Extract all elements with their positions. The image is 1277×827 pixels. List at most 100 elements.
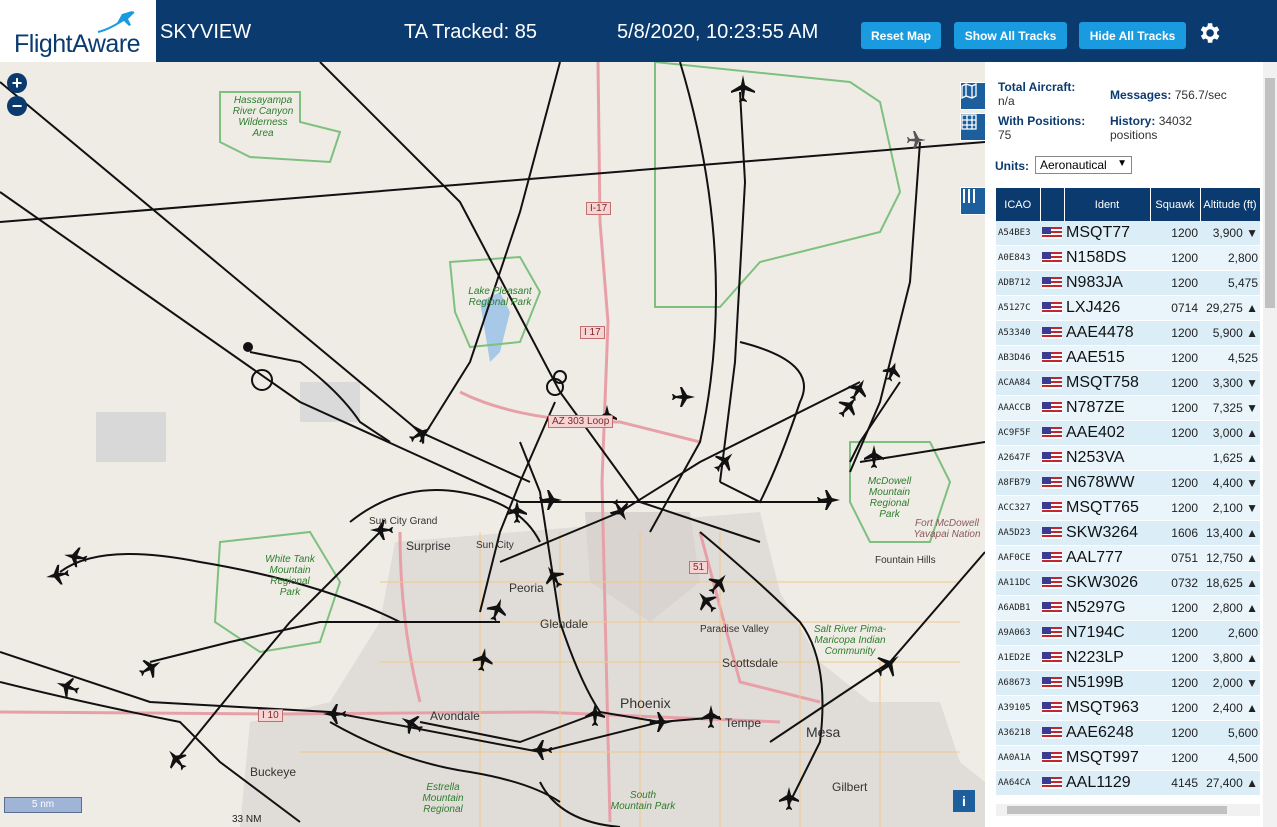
table-row[interactable]: A8FB79 N678WW 1200 4,400 ▼ [996,470,1260,496]
col-altitude[interactable]: Altitude (ft) [1200,188,1260,221]
table-row[interactable]: A39105 MSQT963 1200 2,400 ▲ [996,695,1260,721]
place-label: Buckeye [250,765,297,779]
table-row[interactable]: A36218 AAE6248 1200 5,600 [996,720,1260,746]
table-row[interactable]: AA0A1A MSQT997 1200 4,500 [996,745,1260,771]
flag-cell [1040,770,1064,796]
table-row[interactable]: AAACCB N787ZE 1200 7,325 ▼ [996,395,1260,421]
map-layer-icon[interactable] [960,82,985,110]
ident-cell: N253VA [1064,445,1150,471]
icao-cell: A54BE3 [996,221,1040,246]
messages-value: 756.7/sec [1174,88,1227,102]
with-positions-label: With Positions: [998,114,1086,128]
zoom-out-icon[interactable]: − [7,96,27,116]
grid-icon[interactable] [960,113,985,141]
us-flag-icon [1042,777,1062,789]
table-row[interactable]: A0E843 N158DS 1200 2,800 [996,245,1260,271]
altitude-cell: 2,800 ▲ [1200,595,1260,621]
table-row[interactable]: A9A063 N7194C 1200 2,600 [996,620,1260,646]
park-label: Hassayampa River Canyon Wilderness Area [232,95,294,139]
logo-text: FlightAware [14,30,141,58]
total-aircraft-stat: Total Aircraft: n/a [998,80,1075,108]
table-row[interactable]: AA5D23 SKW3264 1606 13,400 ▲ [996,520,1260,546]
map-canvas[interactable] [0,62,985,827]
hide-all-tracks-button[interactable]: Hide All Tracks [1079,22,1186,49]
table-row[interactable]: AA64CA AAL1129 4145 27,400 ▲ [996,770,1260,796]
col-ident[interactable]: Ident [1064,188,1151,221]
ident-cell: MSQT765 [1064,495,1150,521]
squawk-cell: 1200 [1150,245,1200,271]
table-row[interactable]: AC9F5F AAE402 1200 3,000 ▲ [996,420,1260,446]
altitude-cell: 3,300 ▼ [1200,370,1260,396]
reset-map-button[interactable]: Reset Map [861,22,941,49]
us-flag-icon [1042,477,1062,489]
scale-bar: 5 nm [4,797,82,813]
ident-cell: N787ZE [1064,395,1150,421]
show-all-tracks-button[interactable]: Show All Tracks [954,22,1067,49]
ident-cell: AAE402 [1064,420,1150,446]
altitude-cell: 13,400 ▲ [1200,520,1260,546]
table-row[interactable]: AB3D46 AAE515 1200 4,525 [996,345,1260,371]
us-flag-icon [1042,752,1062,764]
units-select[interactable]: Aeronautical ▼ [1035,156,1132,174]
table-row[interactable]: ACC327 MSQT765 1200 2,100 ▼ [996,495,1260,521]
col-squawk[interactable]: Squawk [1150,188,1201,221]
us-flag-icon [1042,252,1062,264]
table-row[interactable]: AA11DC SKW3026 0732 18,625 ▲ [996,570,1260,596]
table-row[interactable]: ADB712 N983JA 1200 5,475 [996,270,1260,296]
park-label: Fort McDowell Yavapai Nation [913,518,981,540]
ident-cell: MSQT963 [1064,695,1150,721]
icao-cell: AA5D23 [996,520,1040,546]
table-row[interactable]: A53340 AAE4478 1200 5,900 ▲ [996,320,1260,346]
park-label: White Tank Mountain Regional Park [265,554,315,598]
table-row[interactable]: A6ADB1 N5297G 1200 2,800 ▲ [996,595,1260,621]
aircraft-sidebar: Total Aircraft: n/a With Positions: 75 M… [985,62,1277,827]
icao-cell: AAF0CE [996,545,1040,571]
col-flag[interactable] [1040,188,1065,221]
info-icon[interactable]: i [953,790,975,812]
icao-cell: A9A063 [996,620,1040,646]
units-value: Aeronautical [1040,158,1107,172]
gear-icon[interactable] [1196,20,1222,46]
ident-cell: AAL777 [1064,545,1150,571]
table-row[interactable]: A2647F N253VA 1,625 ▲ [996,445,1260,471]
table-row[interactable]: AAF0CE AAL777 0751 12,750 ▲ [996,545,1260,571]
ident-cell: MSQT997 [1064,745,1150,771]
us-flag-icon [1042,452,1062,464]
aircraft-table-container[interactable]: ICAO Ident Squawk Altitude (ft) A54BE3 MS… [996,188,1260,802]
squawk-cell: 1200 [1150,670,1200,696]
icao-cell: ACAA84 [996,370,1040,396]
place-label: Glendale [540,617,589,631]
altitude-cell: 2,100 ▼ [1200,495,1260,521]
ident-cell: N158DS [1064,245,1150,271]
altitude-cell: 5,600 [1200,720,1260,746]
map-view[interactable]: Hassayampa River Canyon Wilderness Area … [0,62,985,827]
road-label: AZ 303 Loop [548,415,614,428]
altitude-cell: 29,275 ▲ [1200,295,1260,321]
columns-icon[interactable] [960,187,985,215]
ident-cell: N678WW [1064,470,1150,496]
chevron-down-icon: ▼ [1117,158,1127,169]
col-icao[interactable]: ICAO [996,188,1041,221]
table-row[interactable]: A5127C LXJ426 0714 29,275 ▲ [996,295,1260,321]
history-label: History: [1110,114,1156,128]
us-flag-icon [1042,552,1062,564]
flightaware-logo[interactable]: FlightAware [0,0,156,62]
icao-cell: ACC327 [996,495,1040,521]
zoom-in-icon[interactable]: + [7,73,27,93]
icao-cell: A0E843 [996,245,1040,271]
ident-cell: AAE515 [1064,345,1150,371]
table-row[interactable]: A1ED2E N223LP 1200 3,800 ▲ [996,645,1260,671]
us-flag-icon [1042,227,1062,239]
altitude-cell: 1,625 ▲ [1200,445,1260,471]
vertical-scroll-thumb[interactable] [1265,78,1275,308]
ident-cell: MSQT77 [1064,221,1150,246]
squawk-cell: 1200 [1150,221,1200,246]
table-row[interactable]: ACAA84 MSQT758 1200 3,300 ▼ [996,370,1260,396]
flag-cell [1040,221,1064,246]
place-label: Peoria [509,581,544,595]
table-row[interactable]: A68673 N5199B 1200 2,000 ▼ [996,670,1260,696]
aircraft-icon [64,547,88,568]
icao-cell: A1ED2E [996,645,1040,671]
table-row[interactable]: A54BE3 MSQT77 1200 3,900 ▼ [996,221,1260,246]
horizontal-scroll-thumb[interactable] [1007,806,1227,814]
